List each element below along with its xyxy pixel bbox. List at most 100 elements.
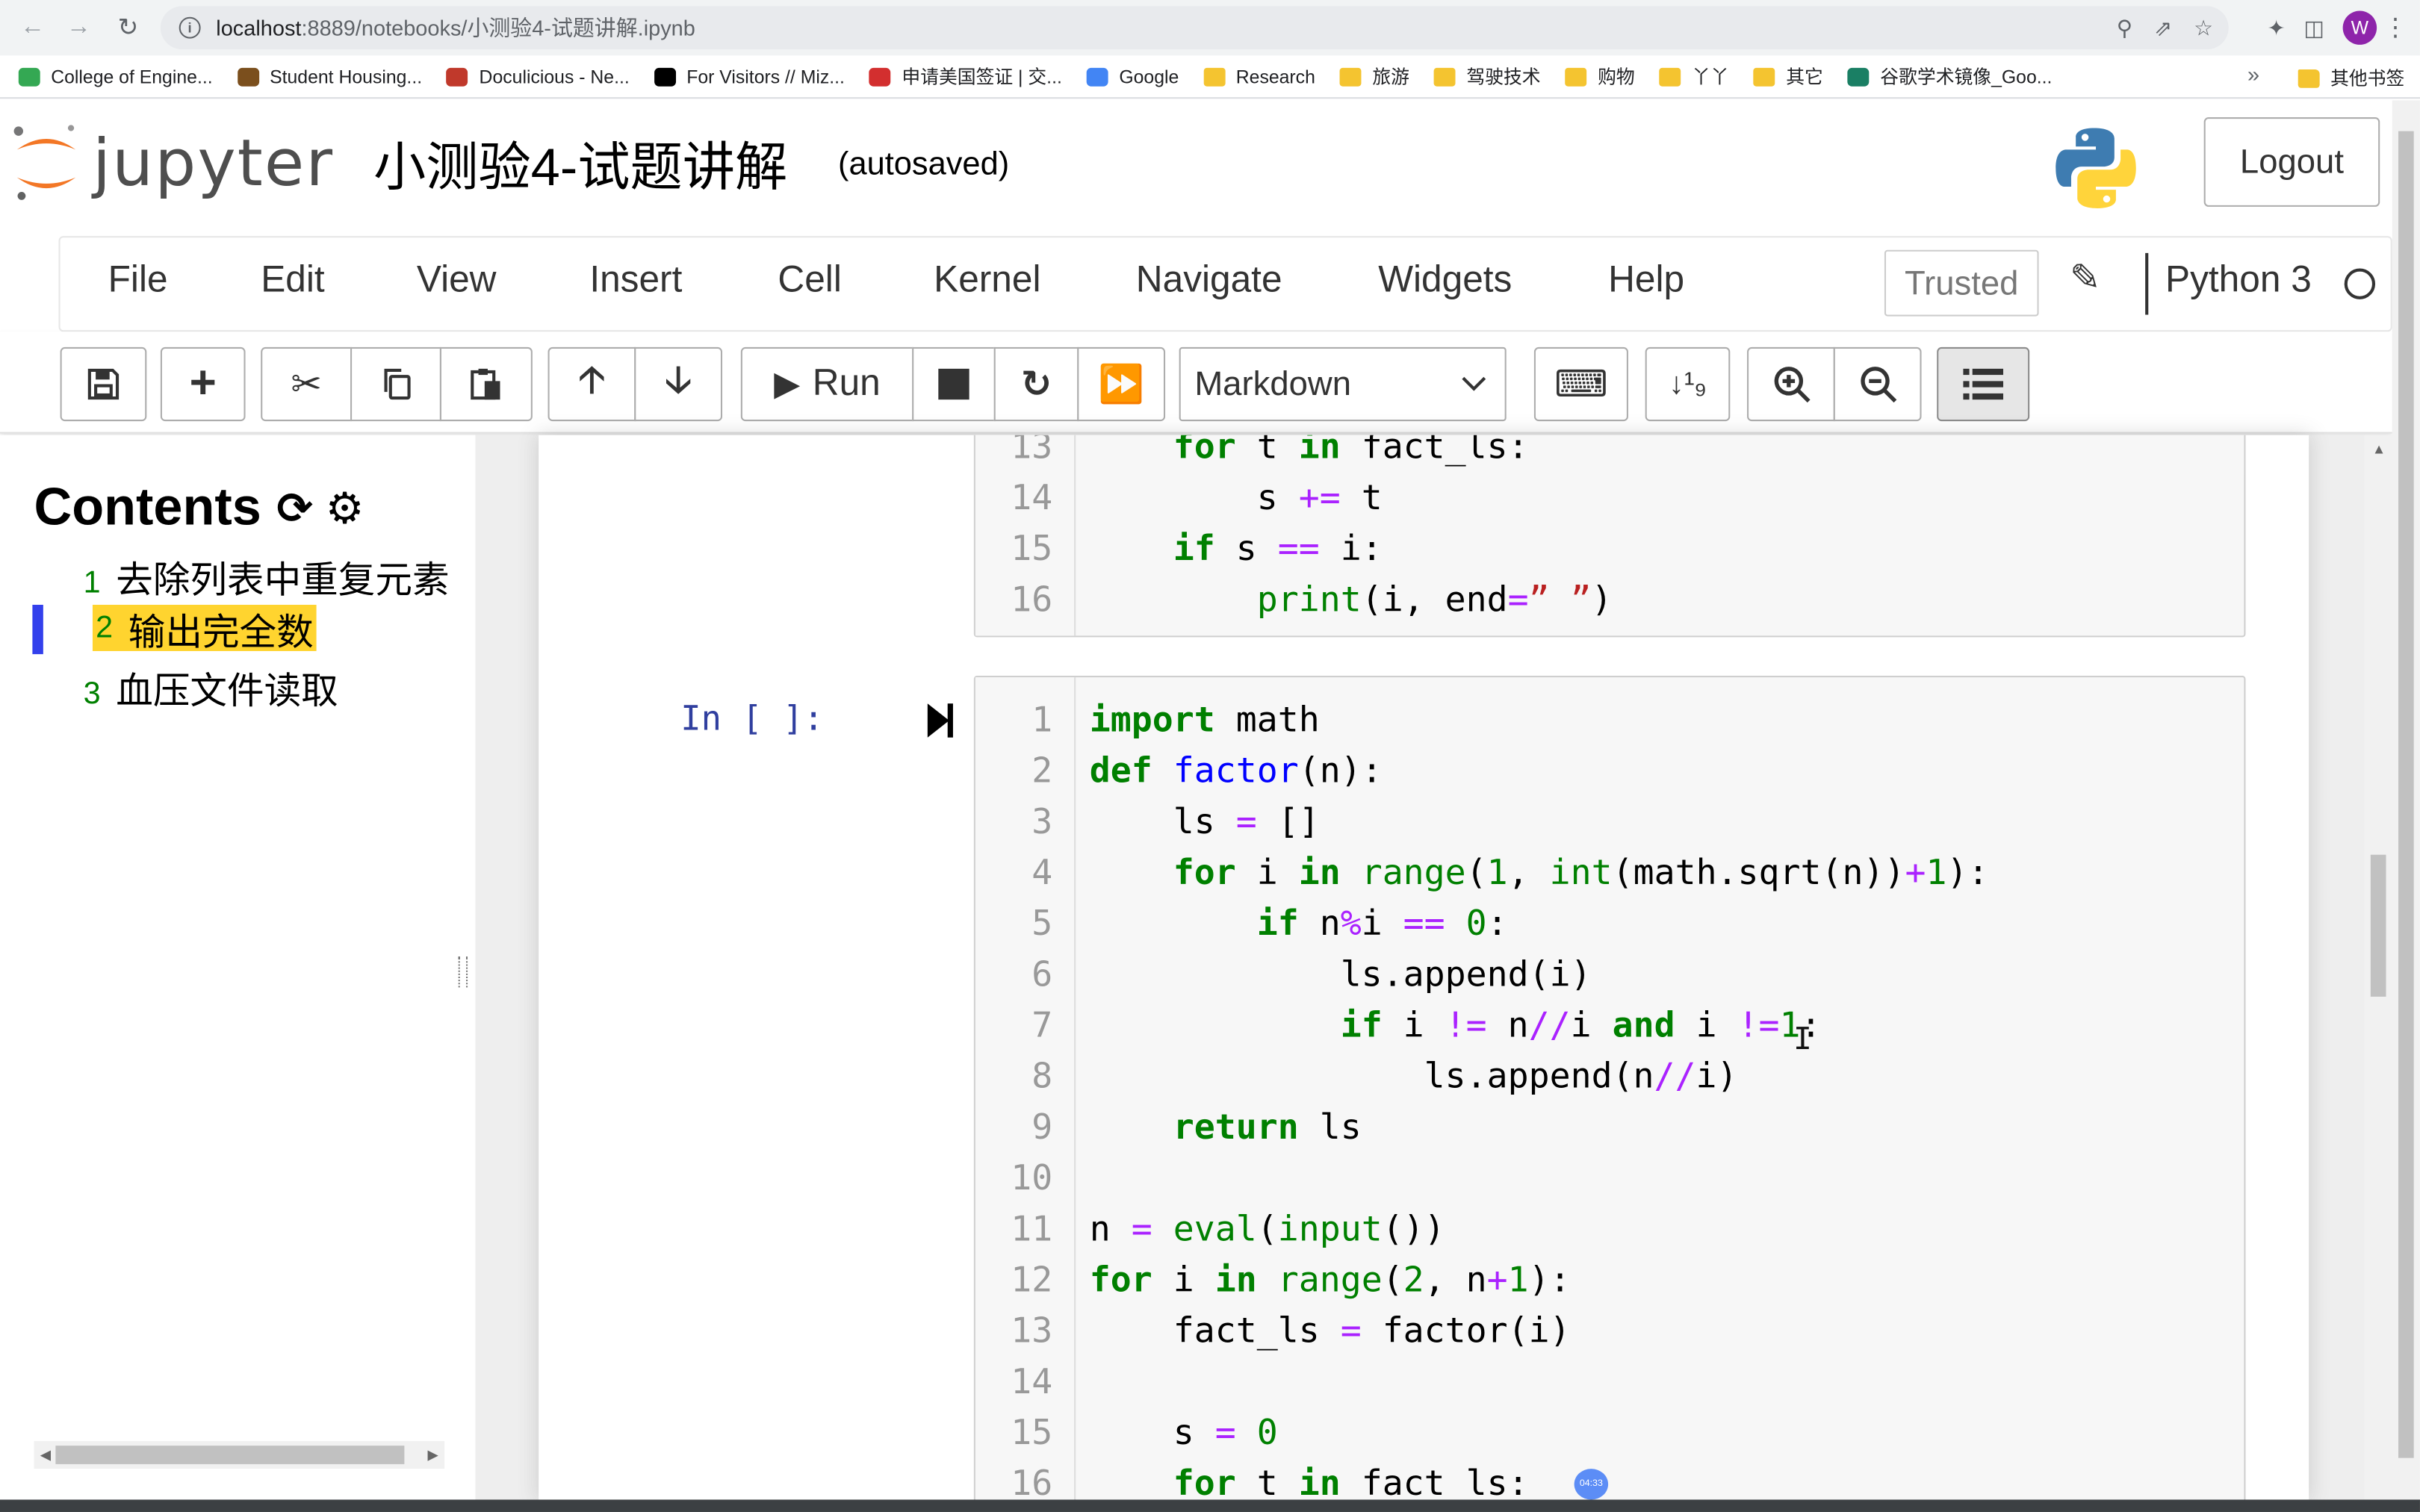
- bookmark-item[interactable]: 申请美国签证 | 交...: [869, 63, 1062, 90]
- bookmark-item[interactable]: 谷歌学术镜像_Goo...: [1847, 63, 2052, 90]
- move-down-button[interactable]: 🡣: [634, 346, 723, 422]
- code-line[interactable]: 16 print(i, end=” ”): [975, 576, 2241, 626]
- scroll-left-icon[interactable]: ◀: [40, 1447, 51, 1464]
- side-panel-icon[interactable]: ◫: [2304, 15, 2324, 41]
- code-text[interactable]: import math: [1090, 696, 1320, 747]
- kernel-name[interactable]: Python 3: [2165, 259, 2312, 302]
- bookmark-item[interactable]: 其它: [1753, 63, 1823, 90]
- code-line[interactable]: 16 for t in fact_ls:: [975, 1460, 2241, 1500]
- back-arrow-icon[interactable]: ←: [9, 4, 55, 51]
- toc-toggle-button[interactable]: [1937, 346, 2030, 422]
- scroll-up-icon[interactable]: ▲: [2372, 441, 2386, 457]
- edit-pencil-icon[interactable]: ✎: [2070, 256, 2101, 301]
- code-text[interactable]: fact_ls = factor(i): [1090, 1307, 1571, 1357]
- menu-file[interactable]: File: [108, 259, 168, 302]
- insert-cell-button[interactable]: +: [160, 346, 246, 422]
- notebook-scroll-thumb[interactable]: [2370, 854, 2386, 997]
- restart-button[interactable]: ↻: [993, 346, 1079, 422]
- run-cell-icon[interactable]: [925, 700, 955, 741]
- code-text[interactable]: print(i, end=” ”): [1090, 576, 1613, 626]
- scroll-right-icon[interactable]: ▶: [428, 1447, 438, 1464]
- toc-horizontal-scrollbar[interactable]: ◀ ▶: [34, 1440, 445, 1469]
- code-line[interactable]: 13 for t in fact_ls:: [975, 435, 2241, 474]
- bookmark-item[interactable]: 驾驶技术: [1434, 63, 1541, 90]
- zoom-out-button[interactable]: [1833, 346, 1922, 422]
- code-line[interactable]: 7 if i != n//i and i !=1:: [975, 1001, 2241, 1052]
- menu-navigate[interactable]: Navigate: [1136, 259, 1282, 302]
- menu-insert[interactable]: Insert: [589, 259, 682, 302]
- code-line[interactable]: 6 ls.append(i): [975, 951, 2241, 1001]
- url-input[interactable]: i localhost:8889/notebooks/小测验4-试题讲解.ipy…: [160, 6, 2229, 50]
- code-line[interactable]: 4 for i in range(1, int(math.sqrt(n))+1)…: [975, 848, 2241, 899]
- bookmark-item[interactable]: Doculicious - Ne...: [447, 66, 630, 87]
- cut-button[interactable]: ✂: [261, 346, 353, 422]
- restart-run-all-button[interactable]: ⏩: [1077, 346, 1166, 422]
- code-line[interactable]: 8 ls.append(n//i): [975, 1052, 2241, 1103]
- code-line[interactable]: 14 s += t: [975, 473, 2241, 524]
- save-button[interactable]: [60, 346, 147, 422]
- code-text[interactable]: s = 0: [1090, 1409, 1278, 1460]
- page-vertical-scrollbar[interactable]: [2392, 100, 2420, 1502]
- code-text[interactable]: ls.append(i): [1090, 951, 1592, 1001]
- run-button[interactable]: ▶ Run: [740, 346, 914, 422]
- jupyter-logo[interactable]: jupyter: [13, 122, 335, 202]
- code-line[interactable]: 13 fact_ls = factor(i): [975, 1307, 2241, 1357]
- zoom-in-button[interactable]: [1747, 346, 1835, 422]
- code-line[interactable]: 9 return ls: [975, 1103, 2241, 1154]
- profile-avatar[interactable]: W: [2342, 10, 2377, 45]
- notebook-title[interactable]: 小测验4-试题讲解: [373, 125, 787, 200]
- bookmark-star-icon[interactable]: ☆: [2194, 15, 2213, 41]
- code-line[interactable]: 3 ls = []: [975, 797, 2241, 848]
- bookmark-item[interactable]: Google: [1086, 66, 1179, 87]
- code-text[interactable]: for i in range(2, n+1):: [1090, 1256, 1571, 1307]
- paste-button[interactable]: [439, 346, 533, 422]
- menu-widgets[interactable]: Widgets: [1378, 259, 1512, 302]
- move-up-button[interactable]: 🡡: [547, 346, 636, 422]
- other-bookmarks[interactable]: 其他书签: [2298, 65, 2404, 91]
- bookmark-item[interactable]: Student Housing...: [237, 66, 422, 87]
- notebook-vertical-scrollbar[interactable]: ▲: [2364, 435, 2392, 1500]
- bookmark-item[interactable]: 丫丫: [1659, 63, 1729, 90]
- code-cell-current[interactable]: 1 import math 2 def factor(n): 3 ls = [] 4 fo…: [973, 676, 2246, 1500]
- menu-view[interactable]: View: [417, 259, 497, 302]
- page-scroll-thumb[interactable]: [2398, 131, 2414, 1458]
- trusted-indicator[interactable]: Trusted: [1884, 249, 2039, 317]
- bookmark-item[interactable]: 购物: [1565, 63, 1635, 90]
- bookmark-item[interactable]: 旅游: [1339, 63, 1409, 90]
- interrupt-button[interactable]: [912, 346, 996, 422]
- reload-icon[interactable]: ↻: [105, 4, 152, 51]
- toc-scroll-thumb[interactable]: [55, 1446, 405, 1464]
- extensions-icon[interactable]: ✦: [2267, 15, 2285, 41]
- code-line[interactable]: 11 n = eval(input()): [975, 1205, 2241, 1256]
- menu-cell[interactable]: Cell: [778, 259, 841, 302]
- code-text[interactable]: ls = []: [1090, 797, 1320, 848]
- code-line[interactable]: 15 s = 0: [975, 1409, 2241, 1460]
- sort-numbers-button[interactable]: ↓¹₉: [1645, 346, 1731, 422]
- code-text[interactable]: return ls: [1090, 1103, 1362, 1154]
- code-text[interactable]: def factor(n):: [1090, 747, 1383, 797]
- copy-button[interactable]: [350, 346, 441, 422]
- code-text[interactable]: s += t: [1090, 473, 1383, 524]
- site-info-icon[interactable]: i: [179, 16, 201, 39]
- bookmark-item[interactable]: Research: [1203, 66, 1315, 87]
- code-text[interactable]: if i != n//i and i !=1:: [1090, 1001, 1822, 1052]
- toc-item-3[interactable]: 3 血压文件读取: [84, 660, 448, 714]
- menu-help[interactable]: Help: [1608, 259, 1684, 302]
- logout-button[interactable]: Logout: [2203, 117, 2380, 207]
- forward-arrow-icon[interactable]: →: [55, 4, 102, 51]
- code-text[interactable]: for t in fact_ls:: [1090, 1460, 1529, 1500]
- browser-menu-icon[interactable]: ⋮: [2383, 13, 2407, 43]
- code-line[interactable]: 1 import math: [975, 696, 2241, 747]
- command-palette-button[interactable]: ⌨: [1533, 346, 1628, 422]
- toc-resize-handle[interactable]: [458, 956, 468, 988]
- code-text[interactable]: ls.append(n//i): [1090, 1052, 1738, 1103]
- code-line[interactable]: 12 for i in range(2, n+1):: [975, 1256, 2241, 1307]
- refresh-icon[interactable]: ⟳: [277, 483, 313, 534]
- menu-edit[interactable]: Edit: [261, 259, 324, 302]
- code-line[interactable]: 10: [975, 1154, 2241, 1205]
- code-cell-previous[interactable]: 13 for t in fact_ls: 14 s += t 15 if s == …: [973, 435, 2246, 638]
- toc-item-2[interactable]: 2 输出完全数: [92, 604, 317, 653]
- code-text[interactable]: if n%i == 0:: [1090, 900, 1508, 951]
- bookmark-item[interactable]: For Visitors // Miz...: [654, 66, 845, 87]
- code-text[interactable]: for t in fact_ls:: [1090, 435, 1529, 474]
